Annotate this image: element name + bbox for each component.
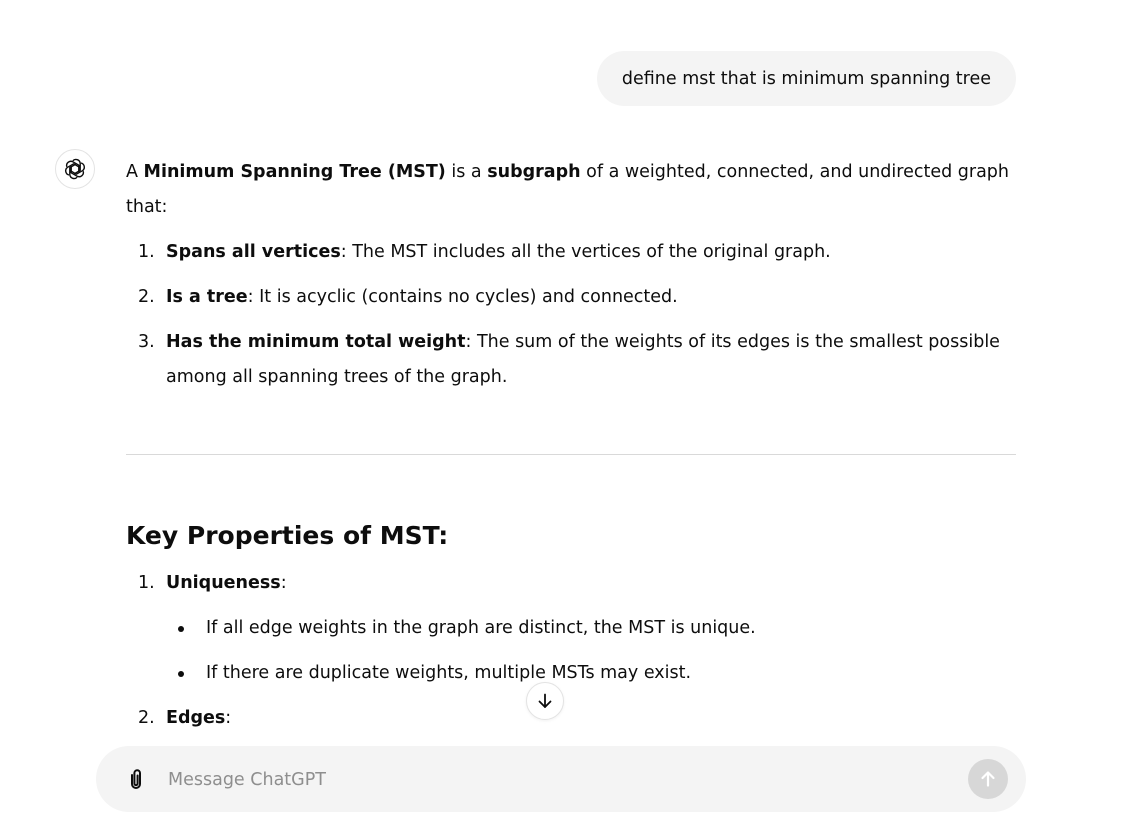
properties-list: 1. Uniqueness: If all edge weights in th… (126, 566, 1016, 736)
list-item-bold: Edges (166, 708, 226, 728)
message-input[interactable] (166, 762, 950, 798)
user-message-bubble: define mst that is minimum spanning tree (596, 51, 1016, 106)
arrow-down-icon (538, 693, 552, 708)
user-message-text: define mst that is minimum spanning tree (621, 68, 991, 89)
list-item-text: : (280, 573, 287, 593)
assistant-message: A Minimum Spanning Tree (MST) is a subgr… (126, 155, 1016, 405)
definition-list: 1. Spans all vertices: The MST includes … (126, 235, 1016, 395)
list-number: 2. (138, 287, 155, 307)
list-number: 2. (138, 708, 155, 728)
intro-text-1: A (126, 162, 144, 182)
openai-logo-icon (65, 158, 85, 180)
list-item: 2. Edges: (126, 701, 1016, 736)
intro-bold-mst: Minimum Spanning Tree (MST) (143, 162, 446, 182)
list-item-text: : (225, 708, 232, 728)
send-button[interactable] (968, 759, 1008, 799)
list-item: 2. Is a tree: It is acyclic (contains no… (126, 280, 1016, 315)
bullet-item: If all edge weights in the graph are dis… (166, 611, 1016, 646)
section-heading: Key Properties of MST: (126, 521, 449, 550)
list-item-bold: Spans all vertices (166, 242, 341, 262)
paperclip-icon (131, 769, 141, 789)
list-item: 3. Has the minimum total weight: The sum… (126, 325, 1016, 395)
bullet-list: If all edge weights in the graph are dis… (166, 611, 1016, 691)
list-number: 1. (138, 573, 155, 593)
intro-text-2: is a (445, 162, 488, 182)
list-number: 3. (138, 332, 155, 352)
list-item-text: : The MST includes all the vertices of t… (340, 242, 831, 262)
chat-page: define mst that is minimum spanning tree… (0, 0, 1127, 826)
list-item: 1. Uniqueness: If all edge weights in th… (126, 566, 1016, 691)
list-number: 1. (138, 242, 155, 262)
arrow-up-icon (981, 771, 995, 787)
section-divider (126, 454, 1016, 455)
list-item-bold: Is a tree (166, 287, 248, 307)
intro-paragraph: A Minimum Spanning Tree (MST) is a subgr… (126, 155, 1016, 225)
bullet-dot (178, 671, 184, 677)
assistant-avatar (55, 149, 95, 189)
bullet-item: If there are duplicate weights, multiple… (166, 656, 1016, 691)
list-item-text: : It is acyclic (contains no cycles) and… (247, 287, 678, 307)
message-composer (96, 746, 1026, 812)
scroll-to-bottom-button[interactable] (526, 682, 564, 720)
list-item-bold: Uniqueness (166, 573, 281, 593)
bullet-text: If there are duplicate weights, multiple… (206, 663, 692, 683)
bullet-dot (178, 626, 184, 632)
list-item-bold: Has the minimum total weight (166, 332, 466, 352)
bullet-text: If all edge weights in the graph are dis… (206, 618, 756, 638)
list-item: 1. Spans all vertices: The MST includes … (126, 235, 1016, 270)
attach-button[interactable] (122, 765, 150, 793)
key-properties-section: Key Properties of MST: 1. Uniqueness: If… (126, 512, 1016, 746)
intro-bold-subgraph: subgraph (487, 162, 581, 182)
